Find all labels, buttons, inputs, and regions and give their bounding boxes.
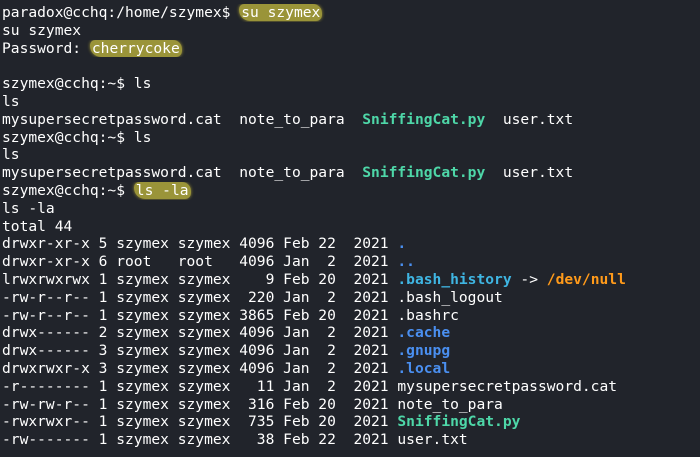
file-details: -r-------- 1 szymex szymex 11 Jan 2 2021 <box>2 377 398 395</box>
python-file-name: SniffingCat.py <box>362 164 486 182</box>
symlink-arrow: -> <box>511 270 547 288</box>
highlighted-password: cherrycoke <box>89 39 182 57</box>
echoed-command: ls <box>2 146 20 164</box>
file-details: -rwxrwxr-- 1 szymex szymex 735 Feb 20 20… <box>2 413 398 431</box>
listing-row: drwxrwxr-x 3 szymex szymex 4096 Jan 2 20… <box>2 360 700 378</box>
file-name: mysupersecretpassword.cat <box>2 110 222 128</box>
file-details: drwxr-xr-x 6 root root 4096 Jan 2 2021 <box>2 253 398 271</box>
listing-row: -rwxrwxr-- 1 szymex szymex 735 Feb 20 20… <box>2 413 700 431</box>
ls-output-line: mysupersecretpassword.cat note_to_para S… <box>2 164 700 182</box>
echoed-command: su szymex <box>2 21 82 39</box>
file-name: mysupersecretpassword.cat <box>2 164 222 182</box>
command-text: ls <box>133 128 152 146</box>
highlighted-command: su szymex <box>239 4 323 21</box>
terminal-window[interactable]: paradox@cchq:/home/szymex$ su szymex su … <box>0 0 700 457</box>
echoed-command: ls -la <box>2 199 55 217</box>
listing-row: -rw-r--r-- 1 szymex szymex 3865 Feb 20 2… <box>2 307 700 325</box>
terminal-line: Password: cherrycoke <box>2 39 700 58</box>
file-details: -rw------- 1 szymex szymex 38 Feb 22 202… <box>2 431 398 449</box>
file-name: note_to_para <box>239 110 345 128</box>
file-name: .bash_logout <box>397 288 503 306</box>
terminal-line: paradox@cchq:/home/szymex$ su szymex <box>2 4 700 22</box>
file-name: note_to_para <box>239 164 345 182</box>
file-name: mysupersecretpassword.cat <box>397 377 618 395</box>
file-name: user.txt <box>502 110 574 128</box>
file-details: -rw-r--r-- 1 szymex szymex 220 Jan 2 202… <box>2 288 398 306</box>
file-details: drwxr-xr-x 5 szymex szymex 4096 Feb 22 2… <box>2 235 398 253</box>
shell-prompt: paradox@cchq:/home/szymex$ <box>2 4 240 21</box>
total-text: total 44 <box>2 217 73 235</box>
file-name: note_to_para <box>397 395 503 413</box>
terminal-line: ls <box>2 146 700 164</box>
terminal-line: szymex@cchq:~$ ls -la <box>2 181 700 200</box>
directory-name: .gnupg <box>397 342 451 360</box>
python-file-name: SniffingCat.py <box>362 110 486 128</box>
directory-name: . <box>397 235 407 253</box>
file-details: -rw-r--r-- 1 szymex szymex 3865 Feb 20 2… <box>2 306 398 324</box>
file-name: .bashrc <box>397 306 459 324</box>
command-text: ls <box>133 75 152 93</box>
password-label: Password: <box>2 39 90 57</box>
listing-row: drwxr-xr-x 6 root root 4096 Jan 2 2021 .… <box>2 253 700 271</box>
terminal-line: szymex@cchq:~$ ls <box>2 129 700 147</box>
listing-row: -r-------- 1 szymex szymex 11 Jan 2 2021… <box>2 378 700 396</box>
highlighted-command: ls -la <box>133 181 191 199</box>
file-name: user.txt <box>502 164 574 182</box>
file-details: drwxrwxr-x 3 szymex szymex 4096 Jan 2 20… <box>2 359 398 377</box>
directory-name: .cache <box>397 324 451 342</box>
terminal-line: ls <box>2 93 700 111</box>
listing-row: -rw-r--r-- 1 szymex szymex 220 Jan 2 202… <box>2 289 700 307</box>
listing-row: drwx------ 2 szymex szymex 4096 Jan 2 20… <box>2 324 700 342</box>
file-name: user.txt <box>397 431 468 449</box>
directory-name: .. <box>397 253 415 271</box>
listing-row: -rw------- 1 szymex szymex 38 Feb 22 202… <box>2 431 700 449</box>
file-details: drwx------ 3 szymex szymex 4096 Jan 2 20… <box>2 342 398 360</box>
listing-total: total 44 <box>2 218 700 236</box>
file-details: lrwxrwxrwx 1 szymex szymex 9 Feb 20 2021 <box>2 270 398 288</box>
echoed-command: ls <box>2 92 20 110</box>
listing-row: -rw-rw-r-- 1 szymex szymex 316 Feb 20 20… <box>2 396 700 414</box>
listing-row: lrwxrwxrwx 1 szymex szymex 9 Feb 20 2021… <box>2 271 700 289</box>
file-details: -rw-rw-r-- 1 szymex szymex 316 Feb 20 20… <box>2 395 398 413</box>
terminal-line: ls -la <box>2 200 700 218</box>
ls-output-line: mysupersecretpassword.cat note_to_para S… <box>2 111 700 129</box>
terminal-line: szymex@cchq:~$ ls <box>2 75 700 93</box>
directory-name: .local <box>397 359 451 377</box>
shell-prompt: szymex@cchq:~$ <box>2 181 134 199</box>
listing-row: drwxr-xr-x 5 szymex szymex 4096 Feb 22 2… <box>2 235 700 253</box>
file-details: drwx------ 2 szymex szymex 4096 Jan 2 20… <box>2 324 398 342</box>
symlink-name: .bash_history <box>397 270 512 288</box>
listing-row: drwx------ 3 szymex szymex 4096 Jan 2 20… <box>2 342 700 360</box>
symlink-target: /dev/null <box>546 270 626 288</box>
terminal-line: su szymex <box>2 22 700 40</box>
python-file-name: SniffingCat.py <box>397 413 521 431</box>
shell-prompt: szymex@cchq:~$ <box>2 128 134 146</box>
shell-prompt: szymex@cchq:~$ <box>2 75 134 93</box>
